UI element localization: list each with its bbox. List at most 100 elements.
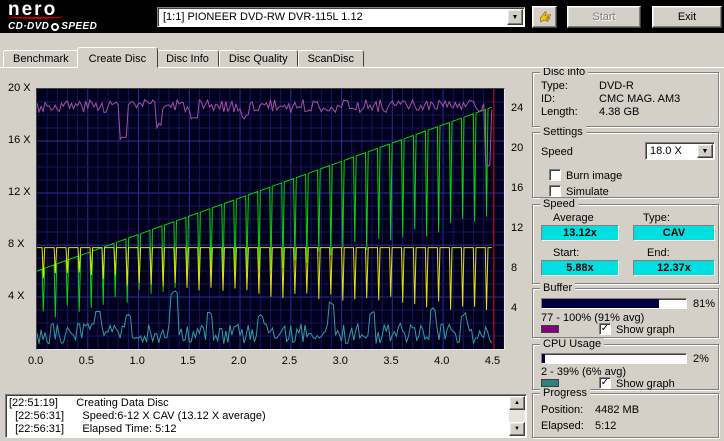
log-scrollbar[interactable]: ▲ ▼ xyxy=(509,396,525,436)
group-title: CPU Usage xyxy=(540,338,605,350)
brand-sub-left: CD·DVD xyxy=(8,21,50,32)
log-panel[interactable]: [22:51:19] Creating Data Disc [22:56:31]… xyxy=(5,394,527,438)
settings-group: Settings Speed 18.0 X ▼ Burn image Simul… xyxy=(532,126,719,198)
type-value: CAV xyxy=(633,225,715,241)
chart-canvas xyxy=(37,89,504,349)
progress-group: Progress Position: 4482 MB Elapsed: 5:12 xyxy=(532,387,719,438)
cpu-bar xyxy=(541,353,687,364)
start-label: Start: xyxy=(553,247,580,259)
group-title: Progress xyxy=(540,387,591,399)
tab-disc-info[interactable]: Disc Info xyxy=(156,50,219,67)
buffer-bar-fill xyxy=(542,299,659,308)
x-axis-label: 1.0 xyxy=(129,355,145,367)
series-write-speed xyxy=(37,106,492,318)
chevron-down-icon: ▼ xyxy=(701,147,709,155)
brand-name: nero xyxy=(8,0,58,20)
brand-sub-right: SPEED xyxy=(61,21,98,32)
brand-subtitle: CD·DVD SPEED xyxy=(8,21,97,32)
exit-button[interactable]: Exit xyxy=(652,6,722,28)
average-label: Average xyxy=(553,212,594,224)
group-title: Buffer xyxy=(540,282,576,294)
x-axis-label: 1.5 xyxy=(180,355,196,367)
x-axis-label: 3.5 xyxy=(383,355,399,367)
x-axis-label: 2.5 xyxy=(281,355,298,367)
y-axis-label: 4 X xyxy=(8,290,25,302)
write-speed-chart xyxy=(36,88,505,350)
x-axis-label: 4.0 xyxy=(434,355,450,367)
burn-image-label: Burn image xyxy=(566,170,623,182)
chevron-down-icon: ▼ xyxy=(511,13,519,21)
y-axis-label: 8 X xyxy=(8,238,25,250)
simulate-label: Simulate xyxy=(566,186,609,198)
tab-benchmark[interactable]: Benchmark xyxy=(3,50,79,67)
x-axis-label: 0.0 xyxy=(28,355,44,367)
disc-icon xyxy=(51,22,60,31)
drive-select[interactable]: [1:1] PIONEER DVD-RW DVR-115L 1.12 ▼ xyxy=(157,7,525,27)
average-value: 13.12x xyxy=(541,225,619,241)
speed-select-arrow[interactable]: ▼ xyxy=(697,144,713,158)
y-axis-label: 12 X xyxy=(8,186,31,198)
cpu-show-graph-label: Show graph xyxy=(616,378,675,390)
series-rotation-speed xyxy=(37,247,492,311)
cpu-percent: 2% xyxy=(693,353,709,365)
burn-image-checkbox[interactable] xyxy=(549,169,561,181)
position-value: 4482 MB xyxy=(595,404,640,416)
cpu-range: 2 - 39% (6% avg) xyxy=(541,366,626,378)
tab-scandisc[interactable]: ScanDisc xyxy=(297,50,365,67)
buffer-range: 77 - 100% (91% avg) xyxy=(541,312,645,324)
speed-select-value: 18.0 X xyxy=(650,145,682,157)
y2-axis-label: 12 xyxy=(511,222,524,234)
speed-select[interactable]: 18.0 X ▼ xyxy=(645,142,715,160)
group-title: Settings xyxy=(540,126,586,138)
log-lines: [22:51:19] Creating Data Disc [22:56:31]… xyxy=(9,397,507,435)
arrow-up-icon: ▲ xyxy=(514,400,520,406)
y-axis-label: 20 X xyxy=(8,82,31,94)
end-value: 12.37x xyxy=(633,260,715,276)
y2-axis-label: 16 xyxy=(511,182,524,194)
y2-axis-label: 8 xyxy=(511,262,518,274)
disc-length-label: Length: xyxy=(541,106,578,118)
type-label: Type: xyxy=(643,212,670,224)
cpu-bar-fill xyxy=(542,354,545,363)
buffer-percent: 81% xyxy=(693,298,716,310)
tab-disc-quality[interactable]: Disc Quality xyxy=(218,50,298,67)
disc-info-group: Disc info Type: DVD-R ID: CMC MAG. AM3 L… xyxy=(532,66,719,127)
options-button[interactable] xyxy=(532,6,557,28)
speed-group: Speed Average Type: 13.12x CAV Start: En… xyxy=(532,198,719,284)
elapsed-label: Elapsed: xyxy=(541,420,584,432)
nero-logo: nero CD·DVD SPEED xyxy=(8,0,97,32)
x-axis-label: 4.5 xyxy=(484,355,501,367)
scroll-down-button[interactable]: ▼ xyxy=(509,422,525,436)
tab-bar: Benchmark Create Disc Disc Info Disc Qua… xyxy=(3,47,365,68)
log-line: [22:56:31] Speed:6-12 X CAV (13.12 X ave… xyxy=(9,410,266,422)
cpu-show-graph-checkbox[interactable] xyxy=(599,377,611,389)
header-bar: nero CD·DVD SPEED [1:1] PIONEER DVD-RW D… xyxy=(0,0,724,33)
start-button[interactable]: Start xyxy=(567,6,641,28)
tab-create-disc[interactable]: Create Disc xyxy=(76,47,159,68)
y2-axis-label: 4 xyxy=(511,302,518,314)
buffer-show-graph-checkbox[interactable] xyxy=(599,323,611,335)
disc-id-value: CMC MAG. AM3 xyxy=(599,93,681,105)
series-buffer-level xyxy=(37,98,493,167)
drive-select-arrow[interactable]: ▼ xyxy=(507,9,523,25)
buffer-show-graph-label: Show graph xyxy=(616,324,675,336)
log-line: [22:51:19] Creating Data Disc xyxy=(9,397,169,409)
simulate-checkbox[interactable] xyxy=(549,185,561,197)
buffer-swatch xyxy=(541,325,559,333)
start-value: 5.88x xyxy=(541,260,619,276)
drive-select-value: [1:1] PIONEER DVD-RW DVR-115L 1.12 xyxy=(163,11,363,23)
nero-cd-dvd-speed-window: nero CD·DVD SPEED [1:1] PIONEER DVD-RW D… xyxy=(0,0,724,441)
scroll-up-button[interactable]: ▲ xyxy=(509,396,525,410)
y2-axis-label: 24 xyxy=(511,102,524,114)
disc-type-value: DVD-R xyxy=(599,80,634,92)
group-title: Speed xyxy=(540,198,578,210)
disc-type-label: Type: xyxy=(541,80,568,92)
y-axis-label: 16 X xyxy=(8,134,31,146)
elapsed-value: 5:12 xyxy=(595,420,617,432)
cpu-usage-group: CPU Usage 2% 2 - 39% (6% avg) Show graph xyxy=(532,338,719,390)
arrow-down-icon: ▼ xyxy=(514,426,520,432)
x-axis-label: 2.0 xyxy=(231,355,247,367)
log-line: [22:56:31] Elapsed Time: 5:12 xyxy=(9,423,177,435)
buffer-group: Buffer 81% 77 - 100% (91% avg) Show grap… xyxy=(532,282,719,338)
hand-icon xyxy=(539,11,551,23)
